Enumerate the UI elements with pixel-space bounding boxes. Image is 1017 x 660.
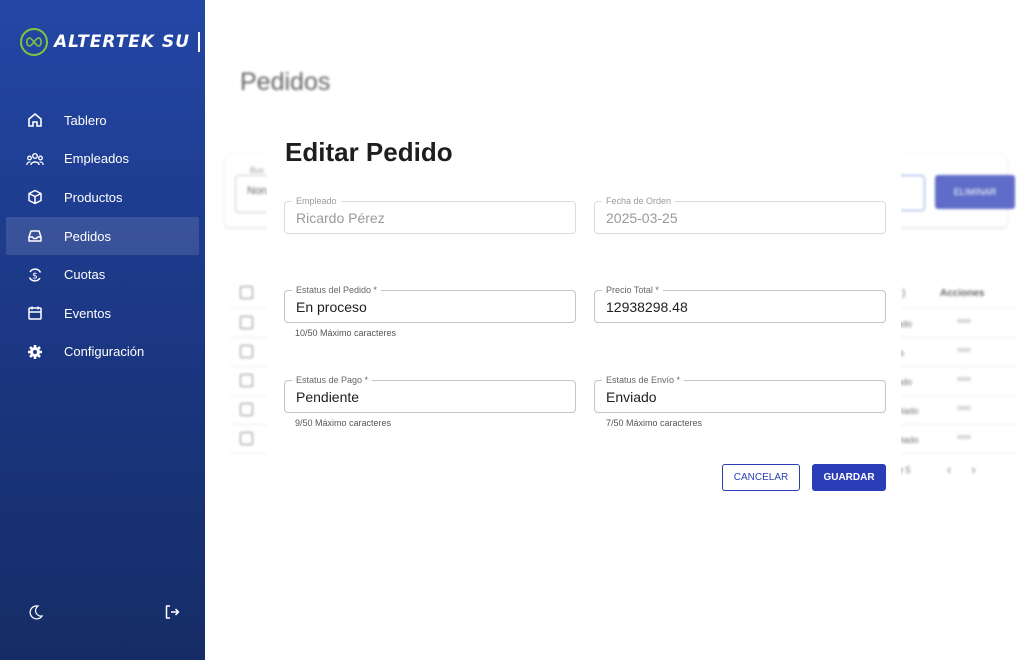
sidebar-item-productos[interactable]: Productos xyxy=(6,178,199,217)
field-value: Pendiente xyxy=(296,389,360,405)
order-status-helper: 10/50 Máximo caracteres xyxy=(295,328,397,338)
row-actions-button[interactable] xyxy=(957,319,971,323)
pagination-arrows[interactable]: ‹› xyxy=(947,462,996,477)
save-button[interactable]: GUARDAR xyxy=(812,464,886,491)
inbox-icon xyxy=(26,227,44,245)
svg-text:$: $ xyxy=(32,271,38,281)
payment-status-input[interactable]: Estatus de Pago * Pendiente xyxy=(284,375,576,413)
search-label: Bus xyxy=(250,166,264,175)
sidebar: ALTERTEK SU Tablero Empleados Productos xyxy=(0,0,205,660)
brand-logo: ALTERTEK SU xyxy=(20,28,201,56)
home-icon xyxy=(26,111,44,129)
logout-icon[interactable] xyxy=(164,604,180,625)
delete-button[interactable]: ELIMINAR xyxy=(935,175,1015,209)
row-checkbox[interactable] xyxy=(240,345,253,358)
sidebar-item-label: Eventos xyxy=(64,305,111,321)
row-checkbox[interactable] xyxy=(240,432,253,445)
field-label: Estatus del Pedido * xyxy=(292,285,382,296)
edit-order-dialog: Editar Pedido Empleado Ricardo Pérez Fec… xyxy=(267,120,901,500)
field-value: Ricardo Pérez xyxy=(296,210,385,226)
moon-icon[interactable] xyxy=(28,604,44,625)
field-value: 12938298.48 xyxy=(606,299,688,315)
sidebar-footer xyxy=(28,604,180,625)
field-label: Precio Total * xyxy=(602,285,663,296)
sidebar-item-label: Configuración xyxy=(64,344,145,360)
shipping-status-input[interactable]: Estatus de Envío * Enviado xyxy=(594,375,886,413)
employee-field: Empleado Ricardo Pérez xyxy=(284,196,576,234)
row-checkbox[interactable] xyxy=(240,316,253,329)
sidebar-item-label: Tablero xyxy=(64,112,107,128)
column-header-fragment: ) xyxy=(902,288,906,299)
calendar-icon xyxy=(26,304,44,322)
users-icon xyxy=(26,150,44,168)
brand-name: ALTERTEK SU xyxy=(54,32,191,52)
box-icon xyxy=(26,188,44,206)
field-label: Fecha de Orden xyxy=(602,196,676,207)
sidebar-item-label: Productos xyxy=(64,189,123,205)
field-label: Empleado xyxy=(292,196,341,207)
total-price-input[interactable]: Precio Total * 12938298.48 xyxy=(594,285,886,323)
page-title: Pedidos xyxy=(240,68,331,96)
sidebar-item-eventos[interactable]: Eventos xyxy=(6,294,199,333)
row-checkbox[interactable] xyxy=(240,374,253,387)
dialog-title: Editar Pedido xyxy=(285,137,453,167)
sidebar-item-label: Pedidos xyxy=(64,228,111,244)
payment-status-helper: 9/50 Máximo caracteres xyxy=(295,418,392,428)
shipping-status-helper: 7/50 Máximo caracteres xyxy=(606,418,703,428)
row-actions-button[interactable] xyxy=(957,348,971,352)
row-actions-button[interactable] xyxy=(957,406,971,410)
sidebar-item-tablero[interactable]: Tablero xyxy=(6,101,199,140)
actions-header: Acciones xyxy=(940,288,985,299)
order-status-input[interactable]: Estatus del Pedido * En proceso xyxy=(284,285,576,323)
sidebar-item-label: Empleados xyxy=(64,151,130,167)
order-date-field: Fecha de Orden 2025-03-25 xyxy=(594,196,886,234)
row-checkbox[interactable] xyxy=(240,403,253,416)
select-all-checkbox[interactable] xyxy=(240,286,253,299)
sidebar-item-label: Cuotas xyxy=(64,267,106,283)
sidebar-item-cuotas[interactable]: $ Cuotas xyxy=(6,255,199,294)
field-value: En proceso xyxy=(296,299,367,315)
sidebar-item-empleados[interactable]: Empleados xyxy=(6,140,199,179)
row-actions-button[interactable] xyxy=(957,435,971,439)
dollar-refresh-icon: $ xyxy=(26,266,44,284)
sidebar-nav: Tablero Empleados Productos Pedidos $ Cu… xyxy=(6,101,199,371)
gear-icon xyxy=(26,343,44,361)
field-value: Enviado xyxy=(606,389,657,405)
row-actions-button[interactable] xyxy=(957,377,971,381)
sidebar-item-pedidos[interactable]: Pedidos xyxy=(6,216,199,256)
infinity-icon xyxy=(20,28,48,56)
field-label: Estatus de Envío * xyxy=(602,375,685,386)
search-value: Non xyxy=(247,185,268,197)
cancel-button[interactable]: CANCELAR xyxy=(722,464,800,491)
field-label: Estatus de Pago * xyxy=(292,375,373,386)
sidebar-item-configuracion[interactable]: Configuración xyxy=(6,333,199,372)
field-value: 2025-03-25 xyxy=(606,210,678,226)
